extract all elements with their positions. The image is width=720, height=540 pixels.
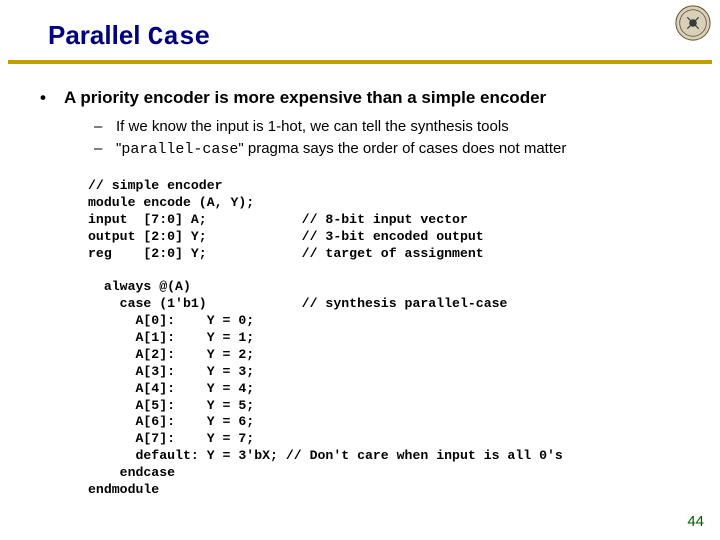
title-part2: Case bbox=[148, 22, 210, 52]
subpoint: – If we know the input is 1-hot, we can … bbox=[94, 116, 700, 138]
subpoint: – "parallel-case" pragma says the order … bbox=[94, 138, 700, 160]
subpoint-text: If we know the input is 1-hot, we can te… bbox=[116, 116, 509, 138]
main-bullet: • A priority encoder is more expensive t… bbox=[40, 88, 700, 108]
title-part1: Parallel bbox=[48, 20, 148, 50]
bullet-text: A priority encoder is more expensive tha… bbox=[64, 88, 546, 108]
subpoints: – If we know the input is 1-hot, we can … bbox=[94, 116, 700, 160]
content-area: • A priority encoder is more expensive t… bbox=[0, 64, 720, 499]
seal-logo bbox=[674, 4, 712, 42]
slide-title: Parallel Case bbox=[48, 20, 720, 52]
subpoint-dash: – bbox=[94, 116, 116, 138]
code-block: // simple encoder module encode (A, Y); … bbox=[88, 178, 700, 499]
subpoint-text: "parallel-case" pragma says the order of… bbox=[116, 138, 566, 160]
subpoint-dash: – bbox=[94, 138, 116, 160]
bullet-dot: • bbox=[40, 88, 64, 108]
slide-title-wrap: Parallel Case bbox=[0, 0, 720, 52]
page-number: 44 bbox=[687, 513, 704, 530]
